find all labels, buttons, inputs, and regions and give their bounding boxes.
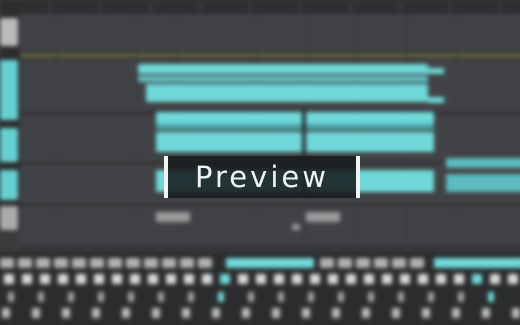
track-header-strip <box>0 0 20 230</box>
audio-clip-waveform <box>156 124 302 130</box>
audio-clip[interactable] <box>156 112 302 124</box>
piano-roll[interactable] <box>0 252 520 325</box>
track-swatch[interactable] <box>0 206 18 230</box>
preview-label: Preview <box>195 159 329 194</box>
audio-clip[interactable] <box>138 64 428 74</box>
audio-clip[interactable] <box>306 112 434 124</box>
track-swatch[interactable] <box>0 128 18 162</box>
note-row <box>0 258 520 268</box>
audio-clip[interactable] <box>306 132 434 152</box>
note-row <box>0 308 520 318</box>
midi-clip[interactable] <box>306 212 340 222</box>
note-row <box>0 292 520 302</box>
audio-clip-waveform <box>306 124 434 130</box>
track-lane[interactable] <box>20 206 520 248</box>
audio-clip[interactable] <box>446 174 520 192</box>
timeline-ruler[interactable] <box>20 0 520 14</box>
track-lane[interactable] <box>20 14 520 54</box>
audio-clip[interactable] <box>138 76 428 82</box>
audio-clip[interactable] <box>156 132 302 152</box>
preview-badge[interactable]: Preview <box>164 156 360 198</box>
track-swatch[interactable] <box>0 18 18 46</box>
midi-clip[interactable] <box>156 212 190 222</box>
audio-clip[interactable] <box>428 68 444 74</box>
automation-line[interactable] <box>20 54 520 56</box>
track-swatch[interactable] <box>0 170 18 200</box>
note-row <box>0 274 520 284</box>
audio-clip[interactable] <box>428 97 444 103</box>
daw-window: Preview <box>0 0 520 325</box>
audio-clip[interactable] <box>446 158 520 168</box>
midi-clip[interactable] <box>292 224 300 230</box>
track-swatch[interactable] <box>0 60 18 120</box>
audio-clip[interactable] <box>146 84 428 102</box>
